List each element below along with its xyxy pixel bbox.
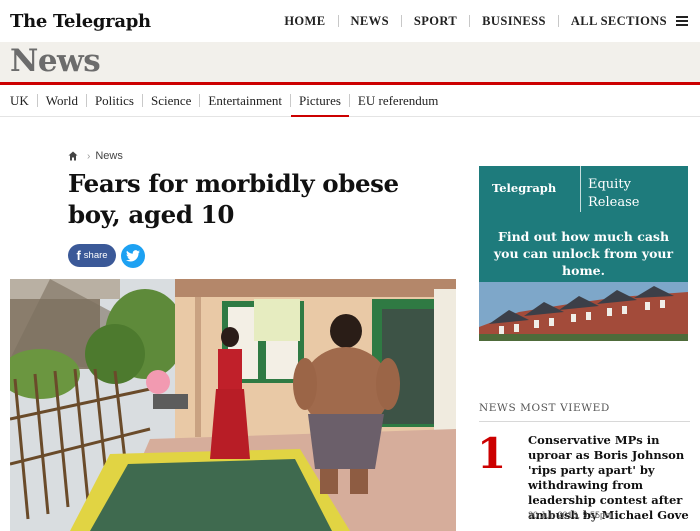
article-photo[interactable]: [10, 279, 456, 531]
twitter-share-button[interactable]: [121, 244, 145, 268]
menu-icon[interactable]: [676, 16, 688, 26]
advert-houses-image: [479, 282, 688, 341]
nav-news[interactable]: NEWS: [339, 14, 401, 29]
subnav-world[interactable]: World: [38, 85, 86, 117]
nav-all-sections-label: ALL SECTIONS: [570, 13, 667, 28]
subnav-uk[interactable]: UK: [10, 85, 37, 117]
breadcrumb-separator: ›: [87, 150, 91, 162]
most-viewed-heading: NEWS MOST VIEWED: [479, 402, 610, 414]
nav-business[interactable]: BUSINESS: [470, 14, 558, 29]
facebook-icon: f: [76, 248, 81, 263]
masthead-logo[interactable]: The Telegraph: [10, 11, 151, 32]
top-nav: HOME NEWS SPORT BUSINESS ALL SECTIONS: [272, 0, 688, 42]
most-viewed-rank: 1: [477, 429, 507, 478]
nav-home[interactable]: HOME: [272, 14, 337, 29]
equity-release-advert[interactable]: Telegraph Equity Release Find out how mu…: [479, 166, 688, 341]
subnav-politics[interactable]: Politics: [87, 85, 142, 117]
advert-product-line: Release: [588, 195, 640, 210]
nav-sport[interactable]: SPORT: [402, 14, 469, 29]
article-headline: Fears for morbidly obese boy, aged 10: [68, 169, 399, 229]
advert-call-to-action: Find out how much cash you can unlock fr…: [493, 229, 674, 278]
advert-product-name: Equity Release: [588, 176, 639, 212]
facebook-share-button[interactable]: f share: [68, 244, 116, 267]
section-band: [0, 42, 700, 82]
subnav-eu-referendum[interactable]: EU referendum: [350, 85, 447, 117]
advert-telegraph-logo: Telegraph: [492, 181, 557, 195]
nav-all-sections[interactable]: ALL SECTIONS: [559, 14, 688, 29]
facebook-share-label: share: [83, 250, 108, 261]
most-viewed-divider: [479, 421, 690, 422]
home-icon[interactable]: [68, 151, 78, 161]
section-subnav: UK World Politics Science Entertainment …: [0, 85, 700, 117]
breadcrumb-news[interactable]: News: [95, 150, 123, 162]
advert-divider: [580, 166, 581, 212]
section-title[interactable]: News: [10, 42, 101, 80]
advert-product-line: Equity: [588, 177, 631, 192]
subnav-pictures[interactable]: Pictures: [291, 85, 349, 117]
breadcrumb: › News: [68, 150, 123, 162]
subnav-science[interactable]: Science: [143, 85, 199, 117]
subnav-entertainment[interactable]: Entertainment: [200, 85, 290, 117]
twitter-bird-icon: [126, 250, 140, 262]
most-viewed-date: 30 Jun 2016, 9:55pm: [528, 510, 613, 520]
top-header: The Telegraph HOME NEWS SPORT BUSINESS A…: [0, 0, 700, 42]
